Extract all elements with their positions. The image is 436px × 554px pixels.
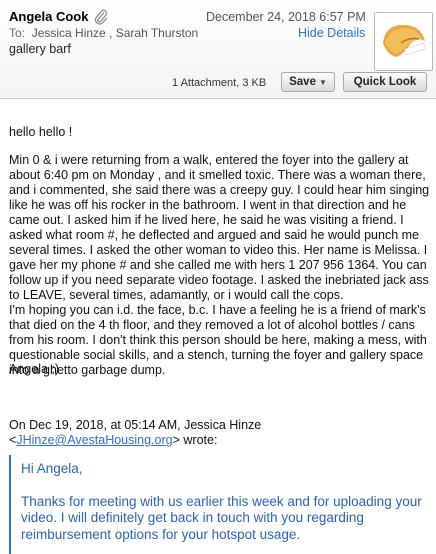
quoted-greeting: Hi Angela,	[21, 461, 83, 476]
quote-intro-after: > wrote:	[172, 433, 218, 447]
save-button[interactable]: Save ▼	[281, 72, 335, 92]
message-header: Angela Cook December 24, 2018 6:57 PM To…	[0, 0, 436, 99]
sender-name[interactable]: Angela Cook	[9, 9, 88, 24]
subject-line: gallery barf	[9, 42, 71, 56]
recipients[interactable]: Jessica Hinze , Sarah Thurston	[32, 26, 199, 40]
save-label: Save	[289, 76, 316, 88]
chevron-down-icon: ▼	[318, 78, 327, 87]
quoted-message: Hi Angela, Thanks for meeting with us ea…	[9, 455, 433, 554]
quick-look-button[interactable]: Quick Look	[343, 72, 427, 92]
email-link[interactable]: JHinze@AvestaHousing.org	[16, 433, 172, 447]
recipients-line: To: Jessica Hinze , Sarah Thurston	[9, 26, 198, 40]
quote-attribution: On Dec 19, 2018, at 05:14 AM, Jessica Hi…	[9, 418, 433, 448]
paperclip-icon	[94, 9, 108, 25]
attachment-info: 1 Attachment, 3 KB	[172, 77, 267, 89]
hide-details-link[interactable]: Hide Details	[298, 26, 365, 40]
message-date: December 24, 2018 6:57 PM	[206, 10, 366, 24]
signoff-text: Angela ;)	[9, 362, 60, 376]
fortune-cookie-avatar	[374, 12, 433, 71]
to-label: To:	[9, 26, 26, 40]
message-paragraph-1: Min 0 & i were returning from a walk, en…	[9, 153, 430, 302]
quoted-text: Thanks for meeting with us earlier this …	[21, 493, 422, 542]
greeting-text: hello hello !	[9, 125, 73, 139]
